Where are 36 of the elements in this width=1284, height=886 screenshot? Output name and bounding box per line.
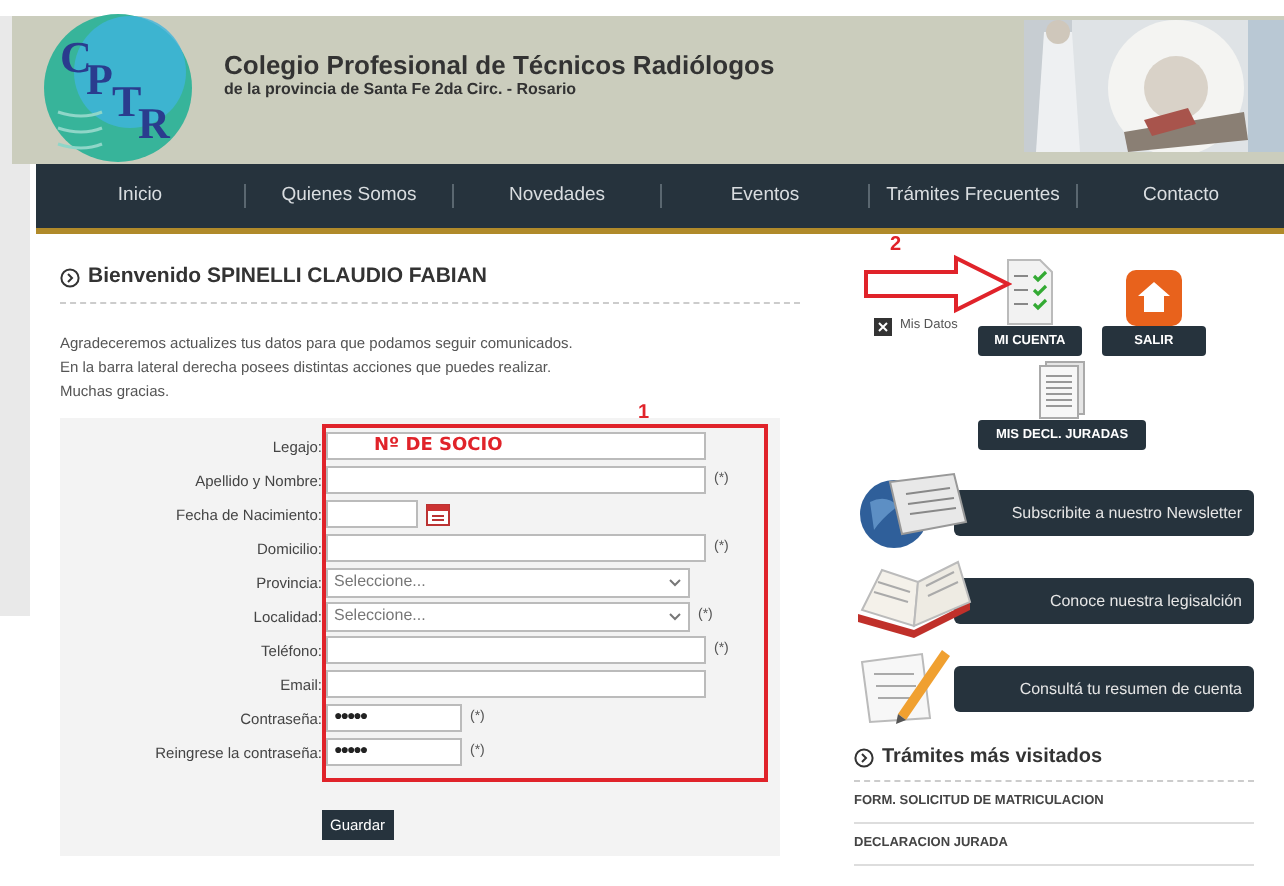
chevron-down-icon xyxy=(668,577,682,588)
text-field[interactable] xyxy=(326,636,706,665)
home-icon xyxy=(1125,270,1182,326)
arrow-icon xyxy=(864,254,1012,314)
date-field[interactable] xyxy=(326,500,418,529)
text-field[interactable] xyxy=(326,466,706,495)
nav-link[interactable]: Quienes Somos xyxy=(246,181,452,211)
logo-letter: C xyxy=(60,30,92,82)
nav-link[interactable]: Contacto xyxy=(1078,181,1284,211)
welcome-title: Bienvenido SPINELLI CLAUDIO FABIAN xyxy=(88,262,488,292)
calendar-icon[interactable] xyxy=(426,502,450,527)
banner-button[interactable]: Subscribite a nuestro Newsletter xyxy=(954,490,1254,536)
banner-button[interactable]: Consultá tu resumen de cuenta xyxy=(954,666,1254,712)
banner-button[interactable]: Conoce nuestra legisalción xyxy=(954,578,1254,624)
site-subtitle: de la provincia de Santa Fe 2da Circ. - Rosario xyxy=(224,79,579,99)
checklist-icon xyxy=(1003,258,1056,326)
chevron-down-icon xyxy=(668,611,682,622)
document-icon xyxy=(1036,360,1088,420)
text-field[interactable]: Nº DE SOCIO xyxy=(326,432,706,461)
logo-letter: R xyxy=(138,98,170,152)
dropdown[interactable]: Seleccione... xyxy=(326,567,690,598)
close-icon[interactable] xyxy=(874,317,892,336)
nav-link[interactable]: Novedades xyxy=(454,181,660,211)
nav-link[interactable]: Inicio xyxy=(36,181,244,211)
logo-letter: P xyxy=(86,54,113,104)
nav-link[interactable]: Trámites Frecuentes xyxy=(870,181,1076,211)
section-title: Trámites más visitados xyxy=(882,744,1103,772)
text-field[interactable] xyxy=(326,534,706,563)
logo-icon xyxy=(42,12,194,164)
dropdown[interactable]: Seleccione... xyxy=(326,601,690,632)
annotation-number: 1 xyxy=(638,399,650,428)
site-title: Colegio Profesional de Técnicos Radiólogos xyxy=(224,49,775,79)
nav-link[interactable]: Eventos xyxy=(662,181,868,211)
logo-letter: T xyxy=(112,74,142,126)
annotation-number: 2 xyxy=(890,232,902,260)
text-field[interactable] xyxy=(326,670,706,699)
